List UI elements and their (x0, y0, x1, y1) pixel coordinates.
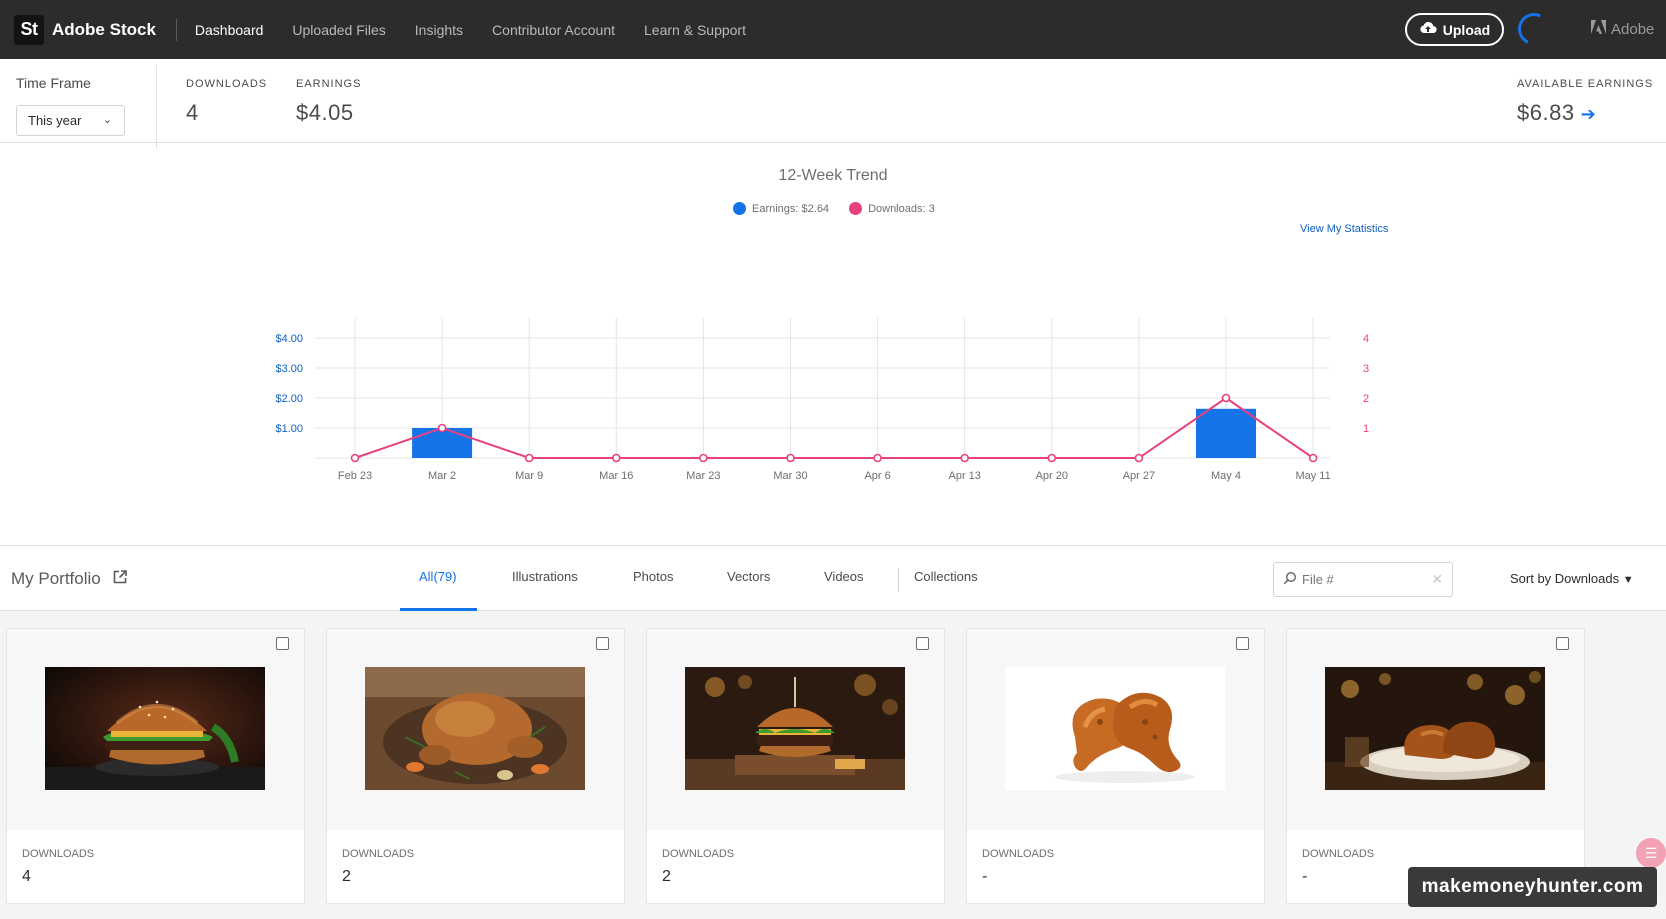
tab-collections[interactable]: Collections (914, 569, 978, 584)
roast-chicken-thumbnail[interactable] (365, 667, 585, 790)
downloads-point (611, 453, 621, 463)
downloads-label: DOWNLOADS (22, 848, 95, 860)
tab-photos[interactable]: Photos (633, 569, 673, 584)
select-checkbox[interactable] (596, 637, 609, 650)
portfolio-card[interactable]: DOWNLOADS - (966, 628, 1265, 904)
downloads-point (699, 453, 708, 463)
downloads-point (524, 453, 534, 463)
y-right-tick-label: 2 (1363, 393, 1369, 405)
downloads-label: DOWNLOADS (342, 848, 415, 860)
downloads-point (1134, 453, 1144, 463)
tab-illustrations[interactable]: Illustrations (512, 569, 578, 584)
x-tick-label: Apr 20 (1036, 470, 1068, 482)
chevron-down-icon: ▼ (1622, 574, 1634, 586)
burger-thumbnail[interactable] (685, 667, 905, 790)
clear-search-icon[interactable]: ✕ (1431, 571, 1443, 588)
x-tick-label: May 11 (1295, 470, 1330, 482)
downloads-count: 4 (22, 868, 31, 885)
sort-dropdown[interactable]: Sort by Downloads ▼ (1510, 571, 1634, 586)
x-tick-label: Apr 13 (948, 470, 980, 482)
portfolio-card[interactable]: DOWNLOADS 2 (326, 628, 625, 904)
y-left-tick-label: $4.00 (275, 333, 303, 345)
downloads-point (960, 453, 970, 463)
portfolio-title-label: My Portfolio (11, 569, 101, 588)
select-checkbox[interactable] (1556, 637, 1569, 650)
portfolio-title[interactable]: My Portfolio (11, 569, 127, 589)
portfolio-toolbar: My Portfolio All(79) Illustrations Photo… (0, 545, 1666, 611)
downloads-point (1221, 393, 1231, 403)
x-tick-label: Apr 27 (1123, 470, 1155, 482)
select-checkbox[interactable] (1236, 637, 1249, 650)
tab-separator (898, 568, 899, 592)
downloads-point (350, 453, 360, 463)
x-tick-label: Mar 23 (686, 470, 720, 482)
x-tick-label: Feb 23 (338, 470, 372, 482)
x-tick-label: Mar 16 (599, 470, 633, 482)
downloads-point (786, 453, 795, 463)
select-checkbox[interactable] (276, 637, 289, 650)
trend-chart: $1.00 1 $2.00 2 $3.00 3 $4.00 4 Feb 23 Mar 2 Mar 9… (275, 318, 1369, 482)
downloads-point (437, 423, 447, 433)
watermark-text: makemoneyhunter.com (1408, 867, 1657, 907)
y-right-tick-label: 3 (1363, 363, 1369, 375)
x-tick-label: Mar 9 (515, 470, 543, 482)
x-tick-label: May 4 (1211, 470, 1241, 482)
portfolio-card[interactable]: DOWNLOADS - (1286, 628, 1585, 904)
earnings-bar (412, 428, 473, 458)
tab-vectors[interactable]: Vectors (727, 569, 770, 584)
portfolio-card[interactable]: DOWNLOADS 2 (646, 628, 945, 904)
external-link-icon[interactable] (113, 569, 127, 589)
downloads-count: 2 (662, 868, 671, 885)
downloads-count: - (1302, 868, 1308, 885)
downloads-point (1308, 453, 1318, 463)
tab-all[interactable]: All(79) (419, 569, 457, 584)
x-tick-label: Mar 2 (428, 470, 456, 482)
x-tick-label: Apr 6 (864, 470, 890, 482)
earnings-bar (1196, 408, 1256, 458)
downloads-point (1047, 453, 1057, 463)
file-search-input[interactable] (1302, 572, 1422, 587)
translate-help-icon[interactable]: ☰ (1636, 838, 1666, 868)
x-tick-label: Mar 30 (773, 470, 807, 482)
downloads-count: - (982, 868, 988, 885)
select-checkbox[interactable] (916, 637, 929, 650)
y-right-tick-label: 1 (1363, 423, 1369, 435)
downloads-point (873, 453, 882, 463)
downloads-label: DOWNLOADS (1302, 848, 1375, 860)
fried-chicken-thumbnail[interactable] (1005, 667, 1225, 790)
downloads-count: 2 (342, 868, 351, 885)
y-right-tick-label: 4 (1363, 333, 1369, 345)
downloads-label: DOWNLOADS (662, 848, 735, 860)
y-left-tick-label: $3.00 (275, 363, 303, 375)
file-search-box[interactable]: ✕ (1273, 562, 1453, 597)
search-icon (1283, 571, 1297, 588)
sort-label: Sort by Downloads (1510, 571, 1620, 586)
y-left-tick-label: $1.00 (275, 423, 303, 435)
portfolio-card[interactable]: DOWNLOADS 4 (6, 628, 305, 904)
y-left-tick-label: $2.00 (275, 393, 303, 405)
downloads-label: DOWNLOADS (982, 848, 1055, 860)
tab-videos[interactable]: Videos (824, 569, 864, 584)
fried-chicken-thumbnail[interactable] (1325, 667, 1545, 790)
burger-thumbnail[interactable] (45, 667, 265, 790)
